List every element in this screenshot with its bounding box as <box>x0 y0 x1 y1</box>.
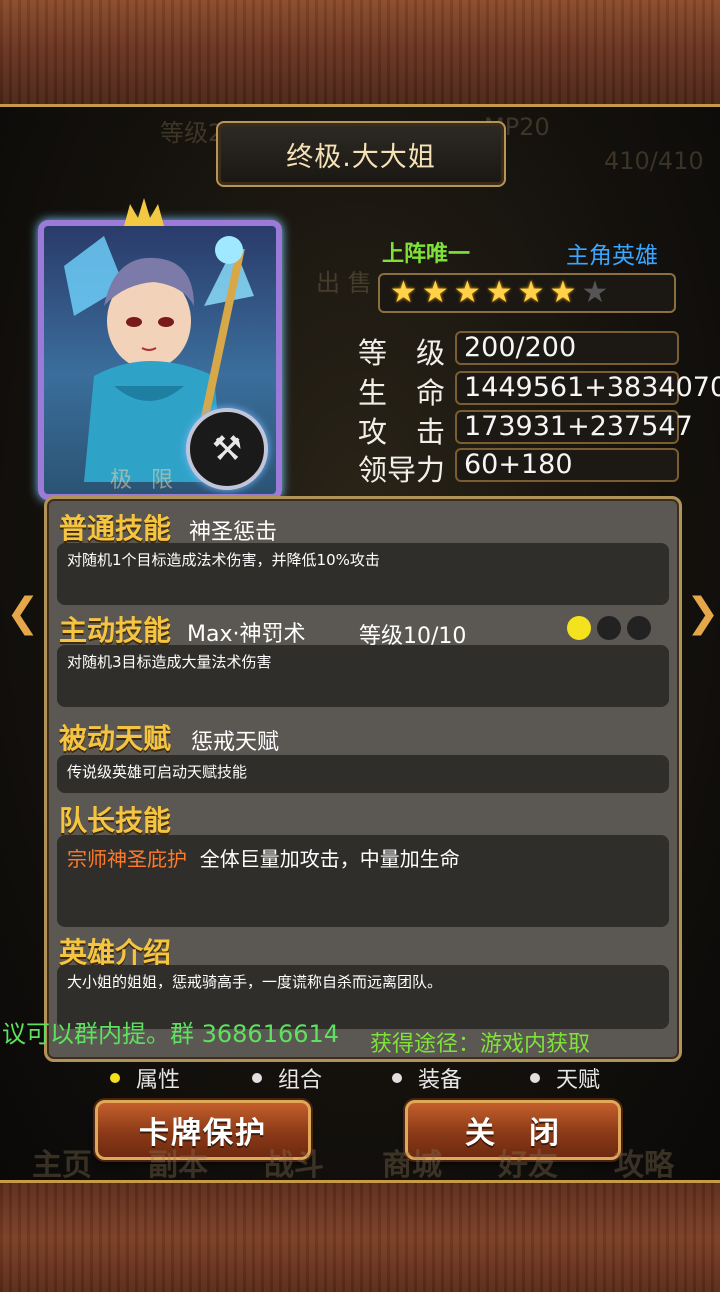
nav-ghost-battle: 战斗 <box>264 1148 324 1183</box>
star-empty-icon: ★ <box>581 275 609 310</box>
tab-bullet-icon <box>530 1073 540 1083</box>
nav-ghost-dungeon: 副本 <box>148 1148 208 1183</box>
group-overlay-text: 议可以群内提。群 368616614 <box>2 1020 340 1048</box>
limit-label: 极 限 <box>110 468 179 493</box>
stat-value-hp: 1449561+3834070 <box>455 371 720 405</box>
passive-talent-name: 惩戒天赋 <box>191 730 280 755</box>
passive-talent-title: 被动天赋 <box>59 722 172 755</box>
next-hero-arrow-icon[interactable]: ❯ <box>686 590 720 636</box>
tab-bullet-icon <box>392 1073 402 1083</box>
star-icon: ★ <box>517 275 545 310</box>
active-skill-title: 主动技能 <box>59 614 172 647</box>
captain-skill-desc: 全体巨量加攻击，中量加生命 <box>199 847 460 871</box>
stat-label-hp: 生 命 <box>358 376 446 410</box>
tab-label: 装备 <box>418 1068 463 1093</box>
captain-skill-title: 队长技能 <box>59 804 172 837</box>
ghost-sell: 出 售 <box>316 269 372 297</box>
active-skill-name: Max·神罚术 <box>187 622 306 647</box>
normal-skill-title: 普通技能 <box>59 512 172 545</box>
stat-label-attack: 攻 击 <box>358 415 446 449</box>
stat-label-leadership: 领导力 <box>358 453 446 487</box>
nav-ghost-shop: 商城 <box>382 1148 442 1183</box>
nav-ghost-guide: 攻略 <box>614 1148 674 1183</box>
top-wood-frame <box>0 0 720 107</box>
star-icon: ★ <box>549 275 577 310</box>
stat-label-level: 等 级 <box>358 336 446 370</box>
stat-value-level: 200/200 <box>455 331 679 365</box>
tab-label: 天赋 <box>556 1068 601 1093</box>
main-hero-tag: 主角英雄 <box>566 243 658 269</box>
hero-title-plaque: 终极.大大姐 <box>216 121 506 187</box>
normal-skill-desc: 对随机1个目标造成法术伤害，并降低10%攻击 <box>57 543 669 605</box>
passive-talent-desc: 传说级英雄可启动天赋技能 <box>57 755 669 793</box>
bottom-wood-frame <box>0 1180 720 1292</box>
star-icon: ★ <box>421 275 449 310</box>
captain-skill-box: 宗师神圣庇护 全体巨量加攻击，中量加生命 <box>57 835 669 927</box>
skill-dot-off <box>627 616 651 640</box>
tab-equipment[interactable]: 装备 <box>392 1062 462 1094</box>
hero-name: 终极.大大姐 <box>286 141 436 173</box>
crown-icon <box>124 196 164 226</box>
stat-value-leadership: 60+180 <box>455 448 679 482</box>
nav-ghost-friends: 好友 <box>498 1148 558 1183</box>
nav-ghost-home: 主页 <box>32 1148 92 1183</box>
stat-value-attack: 173931+237547 <box>455 410 693 444</box>
star-rating: ★ ★ ★ ★ ★ ★ ★ <box>378 273 676 313</box>
star-icon: ★ <box>390 275 417 310</box>
hammer-icon: ⚒ <box>186 408 268 490</box>
tab-bullet-icon <box>252 1073 262 1083</box>
unique-tag: 上阵唯一 <box>382 242 471 267</box>
prev-hero-arrow-icon[interactable]: ❮ <box>6 590 40 636</box>
tab-attributes[interactable]: 属性 <box>110 1062 180 1094</box>
skill-dot-off <box>597 616 621 640</box>
tab-bullet-icon <box>110 1073 120 1083</box>
tab-combination[interactable]: 组合 <box>252 1062 322 1094</box>
tab-talent[interactable]: 天赋 <box>530 1062 600 1094</box>
skill-dot-on <box>567 616 591 640</box>
tab-label: 属性 <box>136 1068 181 1093</box>
ghost-hp: 410/410 <box>604 147 704 175</box>
normal-skill-name: 神圣惩击 <box>189 520 278 545</box>
acquire-method: 获得途径：游戏内获取 <box>370 1032 591 1057</box>
skills-panel: 普通技能 神圣惩击 对随机1个目标造成法术伤害，并降低10%攻击 主动技能 Ma… <box>44 496 682 1062</box>
active-skill-desc: 对随机3目标造成大量法术伤害 <box>57 645 669 707</box>
tab-label: 组合 <box>278 1068 323 1093</box>
star-icon: ★ <box>453 275 481 310</box>
star-icon: ★ <box>485 275 513 310</box>
captain-skill-name: 宗师神圣庇护 <box>67 847 187 871</box>
